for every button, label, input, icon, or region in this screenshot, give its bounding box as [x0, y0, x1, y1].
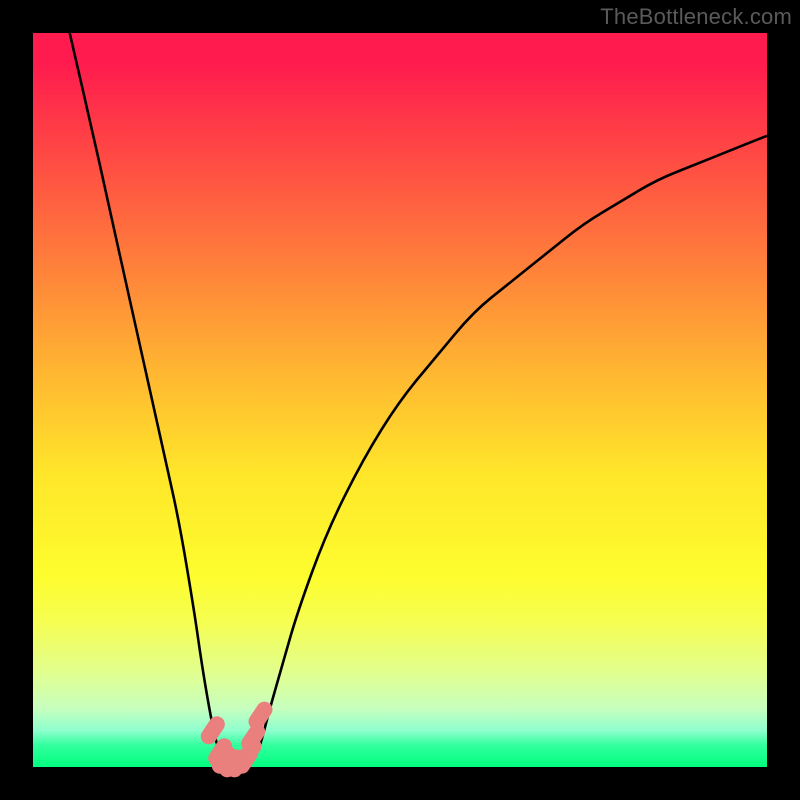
plot-area	[33, 33, 767, 767]
highlight-marker	[257, 710, 265, 722]
chart-frame: TheBottleneck.com	[0, 0, 800, 800]
highlight-marker	[249, 732, 257, 744]
highlight-marker	[209, 724, 217, 736]
chart-svg	[33, 33, 767, 767]
bottleneck-curve	[70, 33, 767, 767]
watermark-text: TheBottleneck.com	[600, 4, 792, 30]
highlight-markers	[209, 710, 265, 770]
